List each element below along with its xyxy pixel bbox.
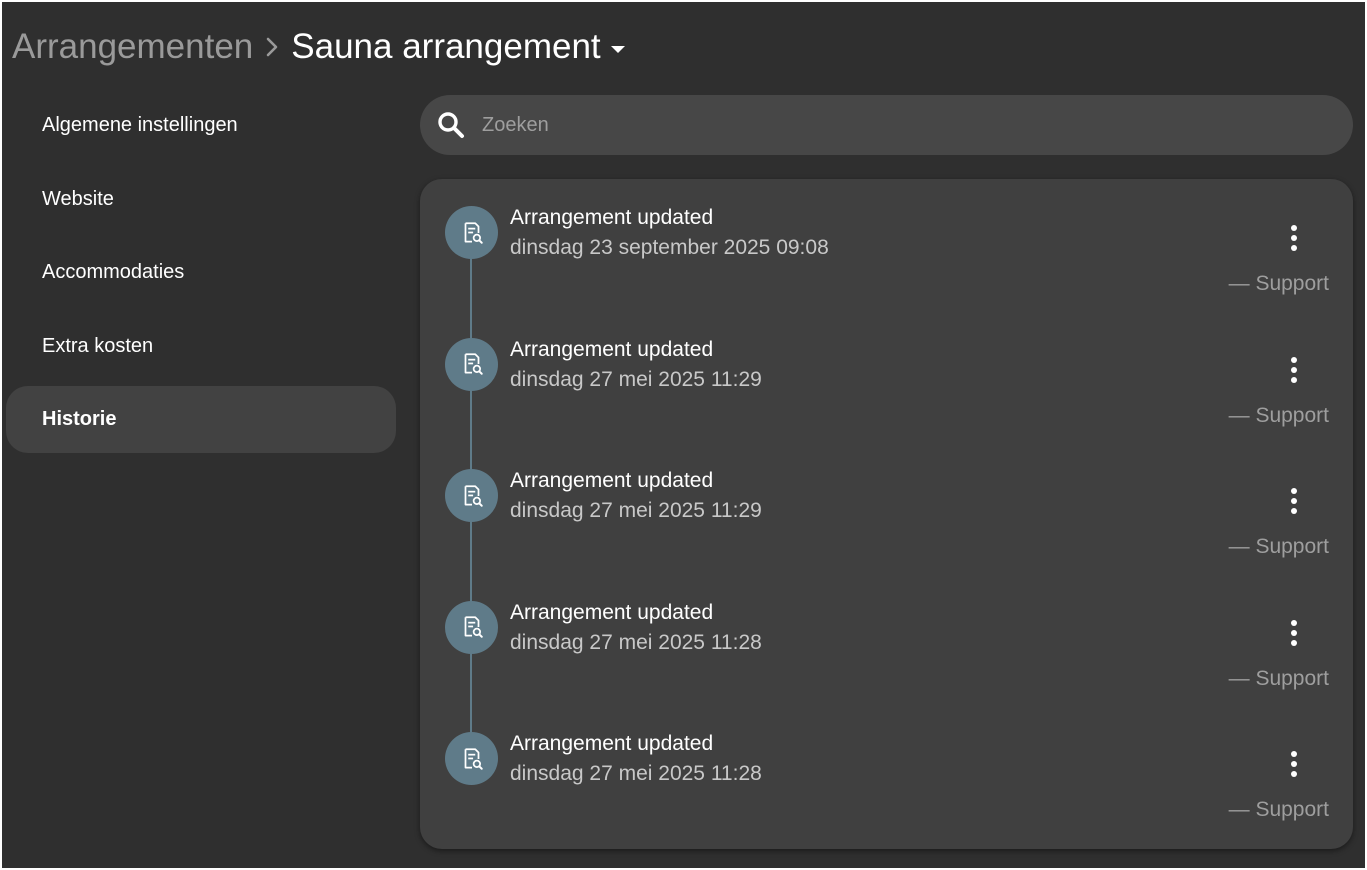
- arrangement-selector[interactable]: Sauna arrangement: [291, 27, 625, 67]
- sidebar-item-label: Website: [42, 187, 114, 210]
- chevron-right-icon: [265, 36, 279, 58]
- document-search-icon: [445, 732, 498, 785]
- entry-title: Arrangement updated: [510, 337, 714, 361]
- search-icon: [436, 110, 466, 140]
- app-frame: Arrangementen Sauna arrangement Algemene…: [2, 2, 1365, 868]
- history-timeline-card: Arrangement updated dinsdag 23 september…: [420, 179, 1353, 849]
- entry-timestamp: dinsdag 27 mei 2025 11:28: [510, 630, 762, 654]
- history-entry: Arrangement updated dinsdag 27 mei 2025 …: [420, 574, 1353, 705]
- entry-title: Arrangement updated: [510, 600, 714, 624]
- document-search-icon: [445, 600, 498, 654]
- entry-timestamp: dinsdag 27 mei 2025 11:29: [510, 499, 762, 522]
- entry-author: — Support: [1228, 798, 1329, 821]
- entry-author: — Support: [1228, 535, 1329, 558]
- history-entry: Arrangement updated dinsdag 27 mei 2025 …: [420, 705, 1353, 836]
- history-entry: Arrangement updated dinsdag 27 mei 2025 …: [420, 311, 1353, 442]
- sidebar-item-label: Historie: [42, 408, 117, 430]
- more-vertical-icon[interactable]: [1276, 352, 1312, 388]
- more-vertical-icon[interactable]: [1276, 220, 1312, 256]
- entry-title: Arrangement updated: [510, 469, 714, 492]
- document-search-icon: [445, 206, 498, 259]
- sidebar-item-label: Algemene instellingen: [42, 114, 238, 136]
- more-vertical-icon[interactable]: [1276, 483, 1312, 519]
- entry-author: — Support: [1228, 666, 1329, 690]
- entry-author: — Support: [1228, 272, 1329, 295]
- sidebar-item-historie[interactable]: Historie: [6, 386, 396, 453]
- sidebar-item-website[interactable]: Website: [6, 166, 396, 233]
- entry-timestamp: dinsdag 23 september 2025 09:08: [510, 236, 829, 259]
- entry-author: — Support: [1228, 403, 1329, 427]
- sidebar-item-label: Accommodaties: [42, 261, 185, 283]
- search-bar: [420, 95, 1353, 155]
- document-search-icon: [445, 337, 498, 391]
- page-title: Sauna arrangement: [291, 27, 601, 66]
- entry-timestamp: dinsdag 27 mei 2025 11:29: [510, 367, 762, 391]
- search-input[interactable]: [480, 112, 1304, 138]
- entry-title: Arrangement updated: [510, 732, 714, 755]
- history-entry: Arrangement updated dinsdag 23 september…: [420, 179, 1353, 310]
- entry-title: Arrangement updated: [510, 206, 714, 229]
- breadcrumb: Arrangementen Sauna arrangement: [12, 24, 625, 70]
- sidebar-item-algemene-instellingen[interactable]: Algemene instellingen: [6, 92, 396, 159]
- more-vertical-icon[interactable]: [1276, 746, 1312, 782]
- breadcrumb-parent-link[interactable]: Arrangementen: [12, 27, 253, 67]
- sidebar-item-extra-kosten[interactable]: Extra kosten: [6, 313, 396, 380]
- sidebar-item-label: Extra kosten: [42, 334, 154, 357]
- more-vertical-icon[interactable]: [1276, 615, 1312, 651]
- sidebar-item-accommodaties[interactable]: Accommodaties: [6, 239, 396, 306]
- sidebar-nav: Algemene instellingen Website Accommodat…: [6, 92, 396, 460]
- caret-down-icon: [610, 45, 625, 53]
- entry-timestamp: dinsdag 27 mei 2025 11:28: [510, 762, 762, 785]
- history-entry: Arrangement updated dinsdag 27 mei 2025 …: [420, 442, 1353, 573]
- document-search-icon: [445, 469, 498, 522]
